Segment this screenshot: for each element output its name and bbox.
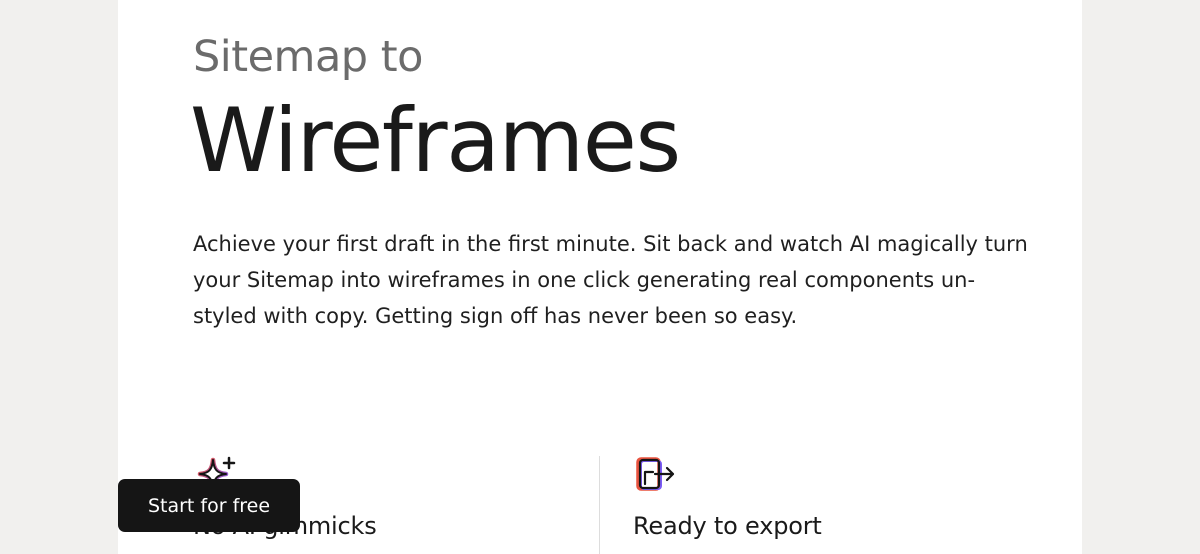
hero-title: Wireframes	[190, 89, 681, 192]
feature-ready-to-export: Ready to export	[633, 452, 822, 540]
feature-title: Ready to export	[633, 512, 822, 540]
hero-card: Sitemap to Wireframes Achieve your first…	[118, 0, 1082, 554]
feature-divider	[599, 456, 600, 554]
hero-eyebrow: Sitemap to	[193, 32, 423, 82]
export-arrow-icon	[636, 457, 675, 491]
start-for-free-button[interactable]: Start for free	[118, 479, 300, 532]
hero-description: Achieve your first draft in the first mi…	[193, 232, 1028, 328]
